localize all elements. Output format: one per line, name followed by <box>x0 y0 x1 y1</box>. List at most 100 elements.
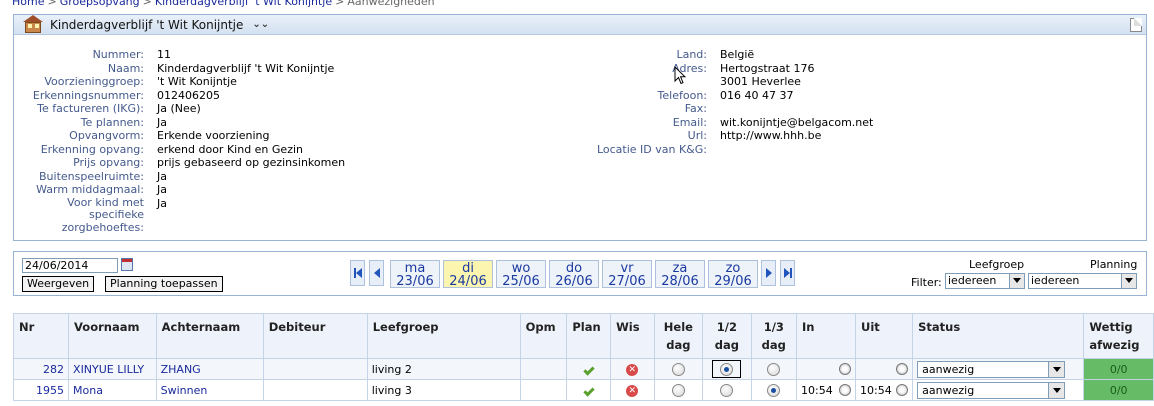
label-adres: Adres: <box>672 61 707 75</box>
show-button[interactable]: Weergeven <box>22 276 95 292</box>
col-header-status: Status <box>912 313 1085 359</box>
apply-planning-button[interactable]: Planning toepassen <box>105 276 223 292</box>
breadcrumb: Home > Groepsopvang > Kinderdagverblijf 't W… <box>12 0 435 8</box>
house-icon <box>22 15 44 34</box>
cell-hele-dag <box>653 379 704 401</box>
day-saturday[interactable]: za 28/06 <box>655 260 705 288</box>
cell-opm <box>519 358 568 380</box>
value-land: België <box>720 48 755 61</box>
cell-hele-dag <box>653 358 704 380</box>
cell-uit: 10:54 <box>855 379 914 401</box>
breadcrumb-group[interactable]: Groepsopvang <box>60 0 140 8</box>
day-thursday[interactable]: do 26/06 <box>549 260 599 288</box>
checkmark-icon[interactable] <box>583 384 595 397</box>
value-warm-middagmaal: Ja <box>157 183 167 196</box>
col-header-hele-dag: Hele dag <box>653 313 704 359</box>
status-select[interactable]: aanwezig <box>917 360 1066 378</box>
planning-select[interactable]: iedereen <box>1028 273 1137 289</box>
chevron-down-icon <box>1121 274 1136 288</box>
value-adres-street: Hertogstraat 176 <box>720 61 815 75</box>
next-day-button[interactable] <box>761 260 776 286</box>
delete-icon[interactable]: ✕ <box>626 364 639 376</box>
chevron-down-icon <box>1048 361 1065 377</box>
chevron-down-icon <box>1009 274 1024 288</box>
leefgroep-select[interactable]: iedereen <box>945 273 1025 289</box>
col-header-half-dag: 1/2 dag <box>702 313 752 359</box>
value-email: wit.konijntje@belgacom.net <box>720 115 874 129</box>
radio-half-dag[interactable] <box>720 362 734 376</box>
col-header-wettig-afwezig: Wettig afwezig <box>1083 313 1154 359</box>
status-select[interactable]: aanwezig <box>917 381 1066 399</box>
status-value: aanwezig <box>922 362 975 376</box>
cell-wis: ✕ <box>610 379 655 401</box>
cell-wettig-afwezig: 0/0 <box>1083 379 1154 401</box>
cell-in <box>796 358 857 380</box>
cell-nr[interactable]: 282 <box>12 358 70 380</box>
cell-opm <box>519 379 568 401</box>
cell-in: 10:54 <box>796 379 857 401</box>
col-header-debiteur[interactable]: Debiteur <box>262 313 368 359</box>
clock-icon[interactable] <box>896 363 909 375</box>
day-tuesday[interactable]: di 24/06 <box>443 260 493 288</box>
cell-achternaam[interactable]: Swinnen <box>155 379 264 401</box>
label-land: Land: <box>676 48 707 61</box>
last-week-button[interactable] <box>780 260 795 286</box>
panel-title: Kinderdagverblijf 't Wit Konijntje <box>50 17 244 32</box>
link-voorzieninggroep[interactable]: 't Wit Konijntje <box>157 75 237 89</box>
day-wednesday[interactable]: wo 25/06 <box>496 260 546 288</box>
first-week-button[interactable] <box>350 260 365 286</box>
date-input[interactable]: 24/06/2014 <box>22 258 118 273</box>
chevron-down-icon <box>1048 382 1065 398</box>
calendar-icon[interactable] <box>121 258 133 271</box>
cell-achternaam[interactable]: ZHANG <box>155 358 264 380</box>
value-naam: Kinderdagverblijf 't Wit Konijntje <box>157 61 335 75</box>
breadcrumb-facility[interactable]: Kinderdagverblijf 't Wit Konijntje <box>155 0 332 8</box>
day-sunday[interactable]: zo 29/06 <box>708 260 758 288</box>
col-header-leefgroep[interactable]: Leefgroep <box>366 313 521 359</box>
delete-icon[interactable]: ✕ <box>626 385 639 397</box>
cell-voornaam[interactable]: XINYUE LILLY <box>68 358 157 380</box>
day-monday[interactable]: ma 23/06 <box>390 260 440 288</box>
label-erkenning-opvang: Erkenning opvang: <box>40 142 144 156</box>
table-row: 282 XINYUE LILLY ZHANG living 2 ✕ aanwez… <box>12 358 1154 380</box>
day-date: 29/06 <box>714 274 752 289</box>
clock-icon[interactable] <box>839 383 852 396</box>
cell-debiteur <box>262 379 368 401</box>
day-friday[interactable]: vr 27/06 <box>602 260 652 288</box>
cell-half-dag <box>702 379 752 401</box>
table-row: 1955 Mona Swinnen living 3 ✕ 10:54 10:54… <box>12 379 1154 401</box>
cell-uit <box>855 358 914 380</box>
radio-hele-dag[interactable] <box>671 362 685 376</box>
radio-hele-dag[interactable] <box>671 383 685 397</box>
clock-icon[interactable] <box>896 383 909 396</box>
value-buitenspeelruimte: Ja <box>157 169 167 183</box>
radio-half-dag[interactable] <box>720 383 734 397</box>
col-header-voornaam[interactable]: Voornaam <box>68 313 157 359</box>
label-voorzieninggroep: Voorzieninggroep: <box>44 75 144 88</box>
cell-plan <box>566 379 612 401</box>
label-zorgbehoeftes: Voor kind met specifieke zorgbehoeftes: <box>61 195 144 234</box>
radio-third-dag[interactable] <box>767 362 781 376</box>
clock-icon[interactable] <box>839 363 852 375</box>
cell-voornaam[interactable]: Mona <box>68 379 157 401</box>
day-date: 24/06 <box>449 274 487 289</box>
previous-day-button[interactable] <box>369 260 384 286</box>
col-header-nr[interactable]: Nr <box>12 313 70 359</box>
note-icon[interactable] <box>1130 18 1142 32</box>
day-date: 23/06 <box>396 274 434 289</box>
checkmark-icon[interactable] <box>583 363 595 376</box>
cell-nr[interactable]: 1955 <box>12 379 70 401</box>
label-url: Url: <box>687 129 707 142</box>
info-right: Land: België Adres: Hertogstraat 176 3001 … <box>534 48 1134 156</box>
chevron-down-icon[interactable]: ⌄⌄ <box>252 19 269 30</box>
uit-time[interactable]: 10:54 <box>860 384 892 397</box>
label-opvangvorm: Opvangvorm: <box>69 129 144 142</box>
cell-status: aanwezig <box>912 379 1085 401</box>
filter-label: Filter: <box>911 276 942 289</box>
breadcrumb-home[interactable]: Home <box>12 0 44 8</box>
value-opvangvorm: Erkende voorziening <box>157 129 270 142</box>
in-time[interactable]: 10:54 <box>801 384 833 397</box>
attendance-table: Nr Voornaam Achternaam Debiteur Leefgroe… <box>12 313 1154 401</box>
radio-third-dag[interactable] <box>767 383 781 397</box>
col-header-achternaam[interactable]: Achternaam <box>155 313 264 359</box>
